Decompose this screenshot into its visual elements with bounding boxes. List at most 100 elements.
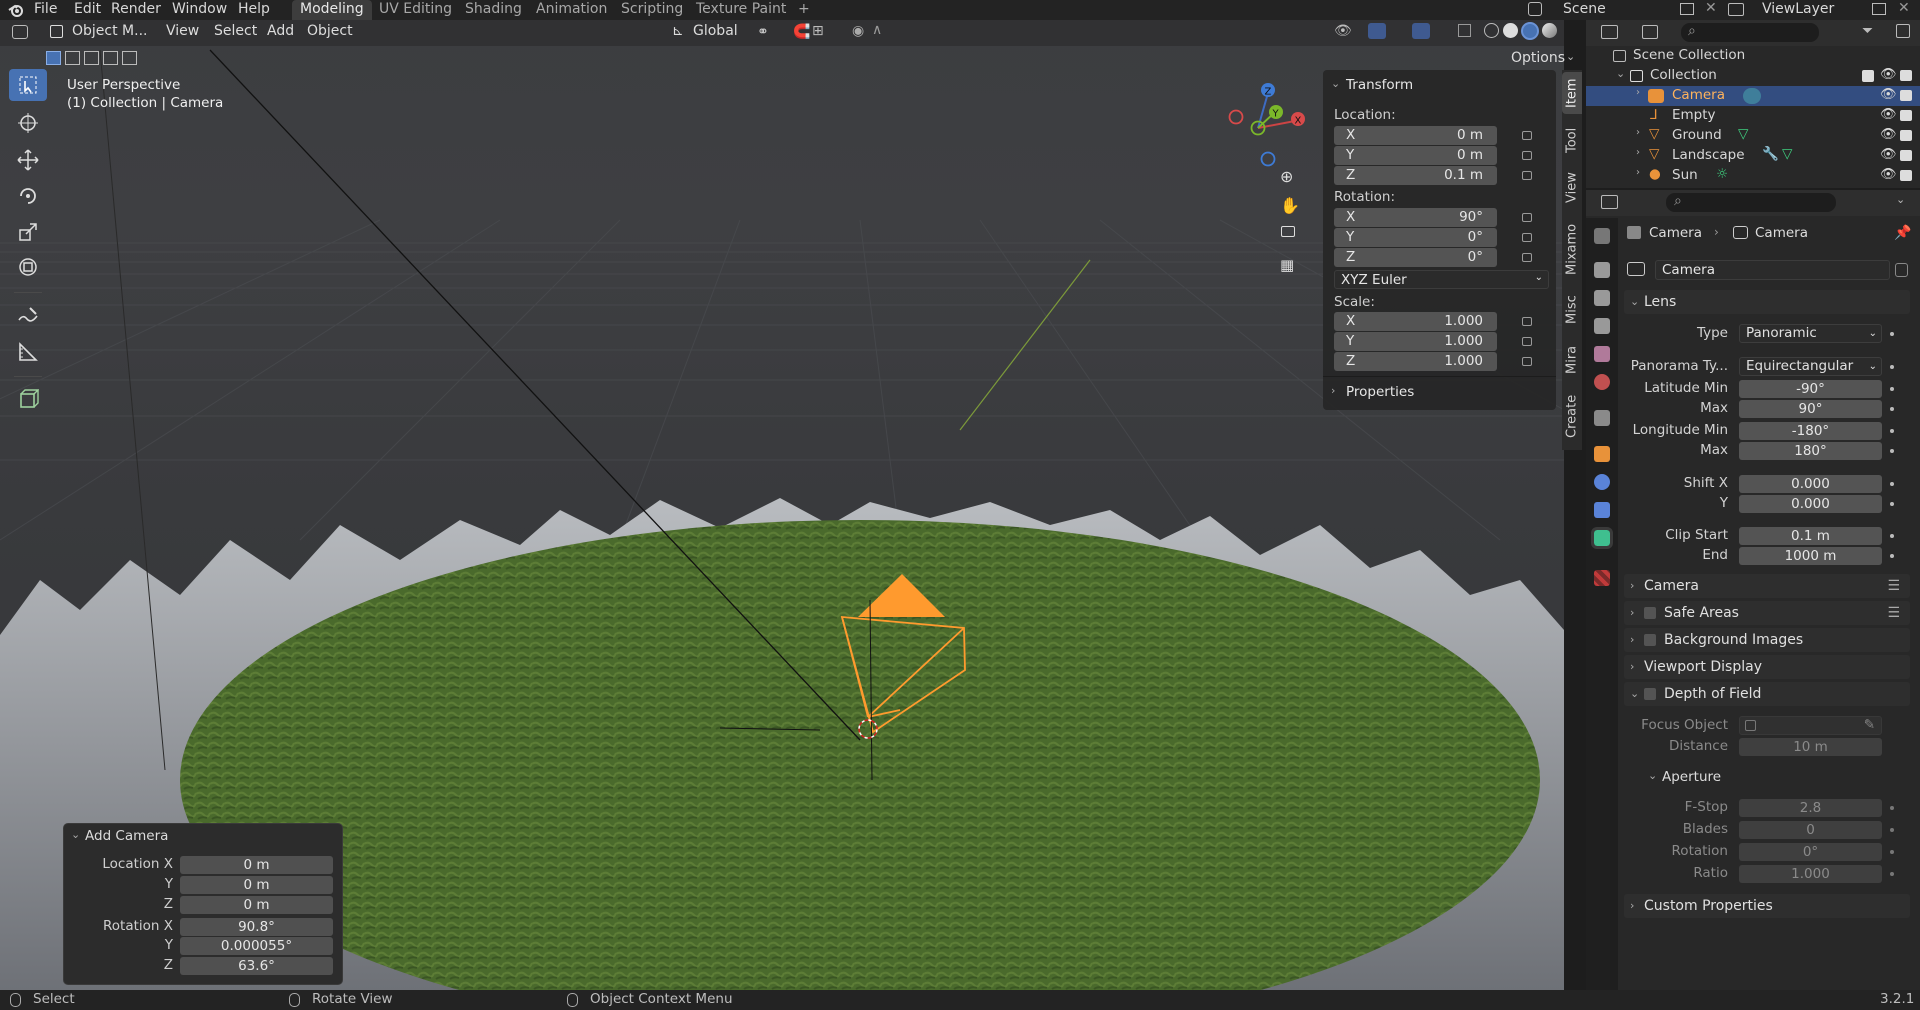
keyframe-dot[interactable]: [1890, 534, 1894, 538]
gizmo-toggle-icon[interactable]: [1368, 23, 1386, 39]
rotation-mode-dropdown[interactable]: XYZ Euler ⌄: [1334, 270, 1549, 289]
fake-user-icon[interactable]: [1895, 263, 1908, 277]
outliner-item-ground[interactable]: › ▽ Ground ▽ 👁: [1586, 126, 1920, 146]
tab-tool[interactable]: Tool: [1562, 122, 1582, 158]
shift-y-field[interactable]: 0.000: [1739, 495, 1882, 513]
delete-viewlayer-icon[interactable]: ✕: [1898, 0, 1910, 16]
render-camera-icon[interactable]: [1900, 130, 1912, 141]
outliner-scene-collection[interactable]: Scene Collection: [1586, 46, 1920, 66]
camera-data-icon[interactable]: [1743, 88, 1761, 104]
constraints-tab-icon[interactable]: [1594, 502, 1610, 518]
lens-section-header[interactable]: ⌄ Lens: [1624, 290, 1910, 314]
tab-create[interactable]: Create: [1562, 388, 1582, 444]
transform-panel-title[interactable]: Transform: [1346, 77, 1413, 93]
menu-help[interactable]: Help: [238, 0, 270, 20]
menu-render[interactable]: Render: [111, 0, 161, 20]
tool-tab-icon[interactable]: [1594, 228, 1610, 244]
breadcrumb-data[interactable]: Camera: [1755, 225, 1808, 241]
lock-icon[interactable]: [1522, 317, 1532, 326]
mesh-data-icon[interactable]: ▽: [1782, 146, 1792, 162]
background-images-checkbox[interactable]: [1644, 634, 1656, 646]
clip-end-field[interactable]: 1000 m: [1739, 547, 1882, 565]
render-camera-icon[interactable]: [1900, 90, 1912, 101]
lock-icon[interactable]: [1522, 337, 1532, 346]
blades-field[interactable]: 0: [1739, 821, 1882, 839]
keyframe-dot[interactable]: [1890, 828, 1894, 832]
physics-tab-icon[interactable]: [1594, 474, 1610, 490]
add-camera-location-x[interactable]: 0 m: [180, 856, 333, 874]
snap-target-icon[interactable]: ⊞: [812, 23, 824, 39]
add-camera-location-y[interactable]: 0 m: [180, 876, 333, 894]
render-camera-icon[interactable]: [1900, 70, 1912, 81]
expand-chevron-icon[interactable]: ⌄: [1616, 67, 1625, 80]
navigation-gizmo[interactable]: Z X Y: [1222, 78, 1306, 178]
keyframe-dot[interactable]: [1890, 482, 1894, 486]
camera-view-icon[interactable]: [1281, 226, 1295, 237]
aperture-rotation-field[interactable]: 0°: [1739, 843, 1882, 861]
solid-shading-icon[interactable]: [1503, 23, 1518, 38]
visibility-icon[interactable]: 👁: [1334, 23, 1352, 39]
aperture-chevron-icon[interactable]: ⌄: [1648, 769, 1657, 782]
outliner-collection[interactable]: ⌄ Collection 👁: [1586, 66, 1920, 86]
safe-areas-checkbox[interactable]: [1644, 607, 1656, 619]
display-mode-icon[interactable]: [1642, 25, 1658, 39]
keyframe-dot[interactable]: [1890, 554, 1894, 558]
render-camera-icon[interactable]: [1900, 150, 1912, 161]
outliner-search-input[interactable]: [1681, 23, 1819, 42]
menu-window[interactable]: Window: [172, 0, 227, 20]
outliner-item-camera[interactable]: › Camera 👁: [1586, 86, 1920, 106]
menu-view[interactable]: View: [166, 23, 199, 39]
texture-tab-icon[interactable]: [1594, 570, 1610, 586]
outliner-editor-icon[interactable]: [1601, 25, 1618, 39]
tab-scripting[interactable]: Scripting: [621, 0, 683, 20]
tab-shading[interactable]: Shading: [465, 0, 522, 20]
overlay-toggle-icon[interactable]: [1412, 23, 1430, 39]
pivot-icon[interactable]: ⚭: [757, 24, 769, 40]
render-camera-icon[interactable]: [1900, 170, 1912, 181]
viewlayer-name[interactable]: ViewLayer: [1762, 0, 1834, 20]
select-subtract-icon[interactable]: [84, 51, 99, 65]
output-tab-icon[interactable]: [1594, 290, 1610, 306]
datablock-icon[interactable]: [1627, 262, 1645, 276]
modifier-wrench-icon[interactable]: 🔧: [1762, 146, 1779, 162]
orientation-dropdown[interactable]: Global: [693, 23, 738, 39]
tab-item[interactable]: Item: [1562, 72, 1582, 114]
tab-modeling[interactable]: Modeling: [292, 0, 372, 20]
mode-dropdown[interactable]: Object M...: [72, 23, 147, 39]
proportional-edit-icon[interactable]: ◉: [852, 23, 864, 39]
menu-file[interactable]: File: [34, 0, 57, 20]
lock-icon[interactable]: [1522, 213, 1532, 222]
longitude-max-field[interactable]: 180°: [1739, 442, 1882, 460]
tab-uv-editing[interactable]: UV Editing: [379, 0, 452, 20]
perspective-toggle-icon[interactable]: ▦: [1280, 256, 1294, 274]
new-viewlayer-icon[interactable]: [1872, 3, 1886, 15]
location-y-field[interactable]: Y0 m: [1334, 146, 1497, 165]
add-camera-rotation-y[interactable]: 0.000055°: [180, 937, 333, 955]
move-tool[interactable]: [9, 144, 47, 176]
add-workspace-button[interactable]: +: [798, 0, 810, 20]
pan-view-icon[interactable]: ✋: [1280, 196, 1300, 215]
scale-x-field[interactable]: X 1.000: [1334, 312, 1497, 331]
render-tab-icon[interactable]: [1594, 262, 1610, 278]
tab-view[interactable]: View: [1562, 168, 1582, 208]
properties-search-input[interactable]: [1666, 193, 1836, 212]
scene-tab-icon[interactable]: [1594, 346, 1610, 362]
properties-chevron-icon[interactable]: ›: [1331, 384, 1335, 397]
material-shading-icon[interactable]: [1521, 22, 1539, 40]
viewport-display-section-header[interactable]: › Viewport Display: [1624, 655, 1910, 679]
scale-tool[interactable]: [9, 216, 47, 248]
lock-icon[interactable]: [1522, 131, 1532, 140]
outliner-item-empty[interactable]: ⅃ Empty 👁: [1586, 106, 1920, 126]
distance-field[interactable]: 10 m: [1739, 738, 1882, 756]
camera-data-tab-icon[interactable]: [1591, 527, 1613, 549]
pin-icon[interactable]: 📌: [1894, 225, 1911, 241]
add-camera-title[interactable]: Add Camera: [85, 828, 168, 844]
ratio-field[interactable]: 1.000: [1739, 865, 1882, 883]
tab-mixamo[interactable]: Mixamo: [1562, 218, 1582, 280]
depth-of-field-checkbox[interactable]: [1644, 688, 1656, 700]
eye-icon[interactable]: 👁: [1880, 147, 1897, 162]
properties-editor-icon[interactable]: [1601, 195, 1618, 209]
lock-icon[interactable]: [1522, 171, 1532, 180]
location-z-field[interactable]: Z 0.1 m: [1334, 166, 1497, 185]
view-layer-tab-icon[interactable]: [1594, 318, 1610, 334]
